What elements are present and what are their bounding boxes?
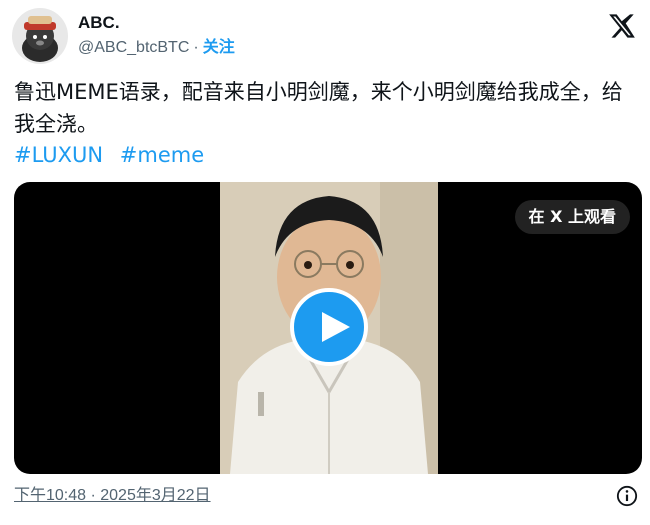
video-player[interactable]: 在 X 上观看: [14, 182, 642, 474]
hashtag-row: #LUXUN #meme: [14, 140, 214, 170]
tweet-header: ABC. @ABC_btcBTC · 关注: [12, 8, 638, 64]
display-name[interactable]: ABC.: [78, 12, 235, 34]
separator-dot: ·: [193, 39, 199, 56]
play-icon: [322, 312, 350, 342]
user-handle[interactable]: @ABC_btcBTC: [78, 39, 189, 56]
play-button[interactable]: [290, 288, 368, 366]
timestamp-link[interactable]: 下午10:48 · 2025年3月22日: [14, 487, 211, 504]
x-logo-icon[interactable]: [608, 12, 636, 40]
handle-row: @ABC_btcBTC · 关注: [78, 36, 235, 60]
info-icon[interactable]: [616, 485, 638, 507]
hashtag-meme[interactable]: #meme: [120, 143, 204, 167]
hashtag-luxun[interactable]: #LUXUN: [14, 143, 103, 167]
follow-button[interactable]: 关注: [203, 39, 235, 56]
watch-on-x-button[interactable]: 在 X 上观看: [514, 200, 630, 234]
tweet-footer: 下午10:48 · 2025年3月22日: [14, 484, 640, 510]
tweet-text: 鲁迅MEME语录，配音来自小明剑魔，来个小明剑魔给我成全，给我全浇。: [14, 80, 623, 136]
avatar[interactable]: [12, 8, 68, 64]
name-block: ABC. @ABC_btcBTC · 关注: [78, 12, 235, 60]
